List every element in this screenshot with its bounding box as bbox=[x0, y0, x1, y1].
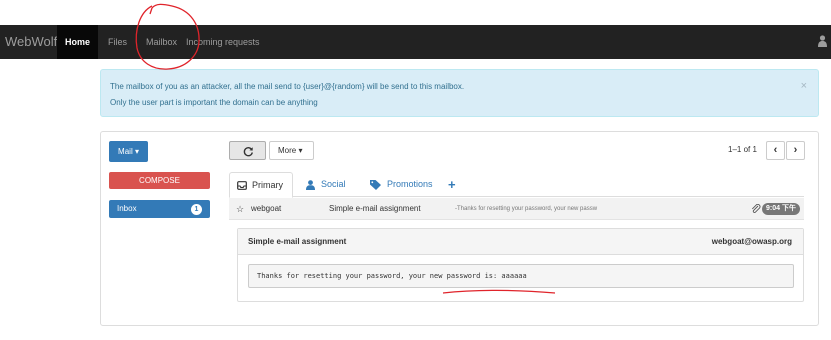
mail-list-item[interactable]: ☆ webgoat Simple e-mail assignment -Than… bbox=[229, 198, 804, 220]
mail-time-badge: 9:04 下午 bbox=[762, 203, 800, 215]
tab-primary-label: Primary bbox=[252, 180, 283, 190]
chevron-left-icon: ‹ bbox=[773, 144, 778, 156]
alert-line-1: The mailbox of you as an attacker, all t… bbox=[110, 82, 465, 91]
alert-line-2: Only the user part is important the doma… bbox=[110, 98, 318, 107]
inbox-button[interactable]: Inbox 1 bbox=[109, 200, 210, 218]
message-view: Simple e-mail assignment webgoat@owasp.o… bbox=[237, 228, 804, 302]
mail-from: webgoat bbox=[251, 204, 282, 213]
tab-primary[interactable]: Primary bbox=[229, 172, 293, 198]
brand-logo[interactable]: WebWolf bbox=[5, 34, 57, 49]
inbox-count-badge: 1 bbox=[191, 204, 202, 215]
next-page-button[interactable]: › bbox=[786, 141, 805, 160]
message-header: Simple e-mail assignment webgoat@owasp.o… bbox=[238, 229, 803, 255]
plus-icon: + bbox=[448, 177, 456, 192]
more-dropdown-button[interactable]: More ▾ bbox=[269, 141, 314, 160]
pagination-text: 1–1 of 1 bbox=[728, 145, 757, 154]
info-alert: The mailbox of you as an attacker, all t… bbox=[100, 69, 819, 117]
message-subject: Simple e-mail assignment bbox=[248, 237, 347, 246]
tab-add[interactable]: + bbox=[448, 172, 464, 197]
refresh-button[interactable] bbox=[229, 141, 266, 160]
nav-mailbox[interactable]: Mailbox bbox=[146, 25, 177, 59]
tag-icon bbox=[370, 180, 381, 190]
refresh-icon bbox=[243, 147, 253, 157]
tab-promotions-label: Promotions bbox=[387, 179, 433, 189]
star-icon[interactable]: ☆ bbox=[236, 198, 244, 220]
mail-dropdown-button[interactable]: Mail ▾ bbox=[109, 141, 148, 162]
user-icon bbox=[306, 180, 315, 190]
tab-social-label: Social bbox=[321, 179, 346, 189]
mail-category-tabs: Primary Social Promotions + bbox=[229, 172, 804, 198]
message-from-address: webgoat@owasp.org bbox=[711, 237, 792, 246]
inbox-label: Inbox bbox=[117, 204, 137, 213]
compose-button[interactable]: COMPOSE bbox=[109, 172, 210, 189]
inbox-icon bbox=[237, 181, 247, 190]
paperclip-icon bbox=[751, 204, 761, 213]
tab-promotions[interactable]: Promotions bbox=[364, 172, 446, 197]
nav-home[interactable]: Home bbox=[57, 25, 99, 59]
nav-incoming-requests[interactable]: Incoming requests bbox=[186, 25, 260, 59]
tab-social[interactable]: Social bbox=[301, 172, 361, 197]
alert-close-button[interactable]: × bbox=[801, 80, 807, 92]
top-navbar: WebWolf Home Files Mailbox Incoming requ… bbox=[0, 25, 831, 59]
mail-subject: Simple e-mail assignment bbox=[329, 204, 421, 213]
message-body: Thanks for resetting your password, your… bbox=[248, 264, 794, 288]
chevron-right-icon: › bbox=[793, 144, 798, 156]
user-icon[interactable] bbox=[818, 35, 827, 47]
nav-files[interactable]: Files bbox=[108, 25, 127, 59]
prev-page-button[interactable]: ‹ bbox=[766, 141, 785, 160]
mail-snippet: -Thanks for resetting your password, you… bbox=[455, 206, 598, 212]
